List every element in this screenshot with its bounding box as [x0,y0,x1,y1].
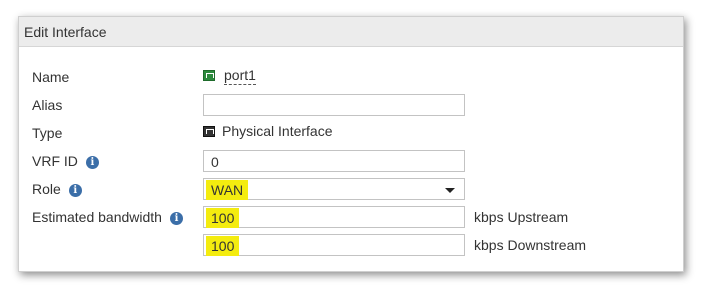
role-value: WAN [206,180,249,200]
port-name-text[interactable]: port1 [224,67,256,85]
vrf-id-input[interactable]: 0 [203,150,465,172]
role-select[interactable]: WAN [203,178,465,200]
dialog-header: Edit Interface [19,17,683,47]
role-label: Role i [32,181,82,197]
vrf-id-value: 0 [211,154,219,170]
edit-interface-dialog: Edit Interface Name port1 Alias Type Phy… [18,16,684,272]
bandwidth-label: Estimated bandwidth i [32,209,183,225]
upstream-unit: kbps Upstream [474,209,569,225]
vrf-id-label-text: VRF ID [32,153,78,169]
downstream-input[interactable]: 100 [203,234,465,256]
type-label: Type [32,125,63,141]
highlight: 100 [206,208,240,228]
info-icon[interactable]: i [169,212,183,225]
info-icon[interactable]: i [85,156,99,169]
upstream-value: 100 [206,208,240,228]
role-label-text: Role [32,181,61,197]
name-value[interactable]: port1 [203,67,256,85]
alias-label: Alias [32,97,63,113]
dialog-title: Edit Interface [24,24,107,40]
type-text: Physical Interface [222,123,333,139]
info-icon[interactable]: i [68,184,82,197]
chevron-down-icon[interactable] [445,188,455,193]
port-icon [203,70,215,81]
alias-input[interactable] [203,94,465,116]
highlight: WAN [206,180,249,200]
bandwidth-label-text: Estimated bandwidth [32,209,162,225]
downstream-value: 100 [206,236,240,256]
downstream-unit: kbps Downstream [474,237,587,253]
highlight: 100 [206,236,240,256]
type-value: Physical Interface [203,123,333,139]
name-label: Name [32,69,70,85]
physical-interface-icon [203,126,215,137]
upstream-input[interactable]: 100 [203,206,465,228]
vrf-id-label: VRF ID i [32,153,99,169]
